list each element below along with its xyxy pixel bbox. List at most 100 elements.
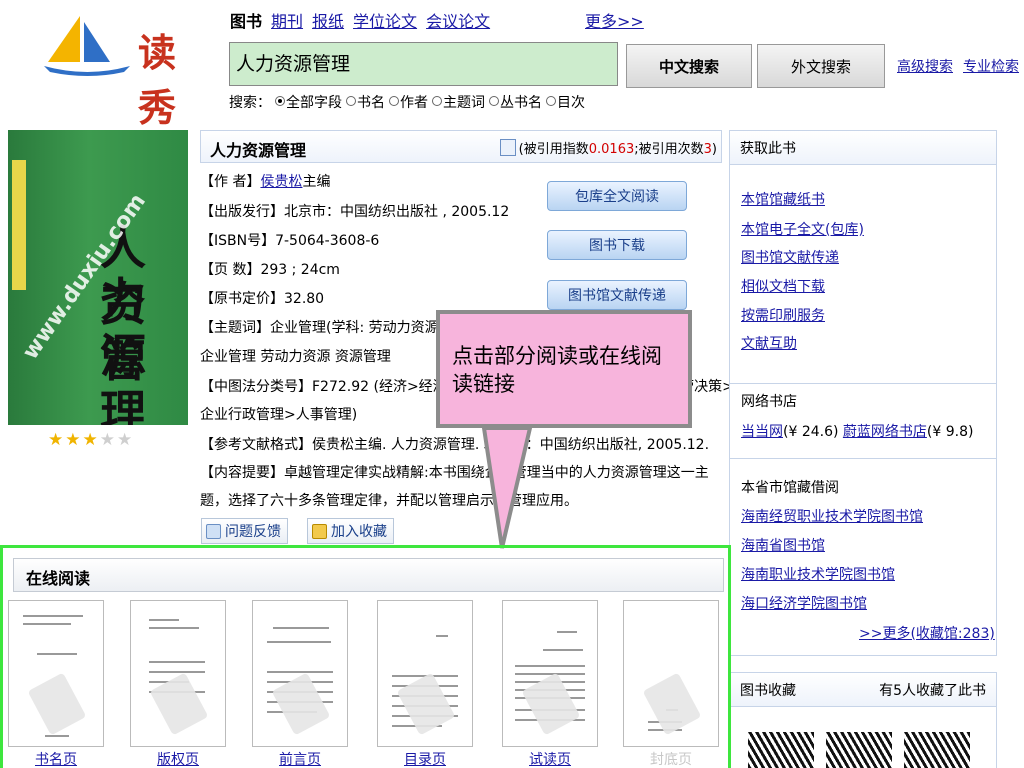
local-library-title: 本省市馆藏借阅 [741,480,839,496]
thumbnail-text-line [37,653,77,655]
scope-radio-subject[interactable] [432,96,442,106]
category-nav: 图书 期刊 报纸 学位论文 会议论文 [230,8,490,32]
scope-label-subject: 主题词 [443,95,485,111]
collector-avatar[interactable] [748,732,814,768]
bookstore-dangdang-price: (¥ 24.6) [783,424,839,440]
add-favorite-button[interactable]: 加入收藏 [307,518,394,544]
document-delivery-button[interactable]: 图书馆文献传递 [547,280,687,310]
scope-label-toc: 目次 [557,95,585,111]
cite-count: 3 [703,142,712,157]
page-thumbnail-label[interactable]: 前言页 [252,749,348,768]
scope-label-all: 全部字段 [286,95,342,111]
page-thumbnail[interactable] [502,600,598,747]
foreign-search-button[interactable]: 外文搜索 [757,44,885,88]
page-thumbnail[interactable] [130,600,226,747]
star-icon: ★ [82,430,98,450]
collection-head: 图书收藏 有5人收藏了此书 [730,673,996,707]
book-download-button[interactable]: 图书下载 [547,230,687,260]
professional-search-link[interactable]: 专业检索 [963,56,1019,76]
author-link[interactable]: 侯贵松 [260,174,302,190]
book-cover-image[interactable]: 人力 资源 管理 www.duxiu.com [8,130,188,425]
category-journal[interactable]: 期刊 [271,8,303,32]
category-book[interactable]: 图书 [230,8,262,32]
thumbnail-text-line [515,665,585,667]
citation-icon [499,139,516,156]
page-thumbnail-label[interactable]: 版权页 [130,749,226,768]
page-thumbnail-label[interactable]: 目录页 [377,749,473,768]
page-thumbnail-label[interactable]: 封底页 [623,749,719,768]
thumbnail-text-line [45,735,69,737]
instruction-callout: 点击部分阅读或在线阅读链接 [436,310,692,428]
search-scope-label: 搜索： [229,95,271,111]
bookstore-dangdang-link[interactable]: 当当网 [741,424,783,440]
thumbnail-text-line [267,641,331,643]
scope-radio-author[interactable] [389,96,399,106]
info-price: 【原书定价】32.80 [200,291,325,307]
scope-label-author: 作者 [400,95,428,111]
category-conference[interactable]: 会议论文 [426,8,490,32]
library-link-3[interactable]: 海南职业技术学院图书馆 [730,564,895,584]
info-reference-format: 【参考文献格式】侯贵松主编. 人力资源管理. 北京市：中国纺织出版社, 2005… [200,437,710,453]
scope-radio-all[interactable] [275,96,285,106]
get-link-print[interactable]: 按需印刷服务 [730,305,825,325]
page-thumbnail-label[interactable]: 试读页 [502,749,598,768]
collector-avatar[interactable] [904,732,970,768]
get-link-mutual-aid[interactable]: 文献互助 [730,333,797,353]
watermark-logo-icon [27,672,87,736]
collector-avatar[interactable] [826,732,892,768]
library-link-4[interactable]: 海口经济学院图书馆 [730,593,867,613]
cite-mid: ;被引用次数 [634,142,704,157]
get-link-library-paper[interactable]: 本馆馆藏纸书 [730,189,825,209]
bookstore-title: 网络书店 [741,394,797,410]
page-thumbnail[interactable] [623,600,719,747]
category-newspaper[interactable]: 报纸 [312,8,344,32]
advanced-links: 高级搜索 专业检索 [897,56,1019,76]
cover-title-line-3: 管理 [100,333,146,425]
favorite-icon [312,523,327,539]
library-link-2[interactable]: 海南省图书馆 [730,535,825,555]
advanced-search-link[interactable]: 高级搜索 [897,56,953,76]
bookstore-weilan-price: (¥ 9.8) [926,424,974,440]
thumbnail-text-line [149,661,205,663]
duxiu-logo[interactable]: 读秀 [40,12,190,130]
citation-info: (被引用指数0.0163;被引用次数3) [499,138,717,157]
scope-label-series: 丛书名 [500,95,542,111]
info-pages: 【页 数】293 ; 24cm [200,262,340,278]
category-thesis[interactable]: 学位论文 [353,8,417,32]
library-link-1[interactable]: 海南经贸职业技术学院图书馆 [730,506,923,526]
thumbnail-text-line [149,627,199,629]
thumbnail-text-line [23,615,83,617]
star-icon: ★ [48,430,64,450]
info-author: 【作 者】侯贵松主编 [200,171,330,191]
scope-radio-series[interactable] [489,96,499,106]
sailboat-logo-icon [44,16,130,76]
bookstore-weilan-link[interactable]: 蔚蓝网络书店 [843,424,927,440]
scope-radio-title[interactable] [346,96,356,106]
get-link-delivery[interactable]: 图书馆文献传递 [730,247,839,267]
fulltext-read-button[interactable]: 包库全文阅读 [547,181,687,211]
get-link-similar[interactable]: 相似文档下载 [730,276,825,296]
collector-avatars [748,732,970,768]
collection-title: 图书收藏 [740,683,796,699]
info-clc-cont: 企业行政管理>人事管理) [200,407,358,423]
bookstore-line: 当当网(¥ 24.6) 蔚蓝网络书店(¥ 9.8) [730,421,973,441]
author-suffix: 主编 [302,174,331,190]
chinese-search-button[interactable]: 中文搜索 [626,44,752,88]
page-thumbnail-label[interactable]: 书名页 [8,749,104,768]
info-subject-cont: 企业管理 劳动力资源 资源管理 [200,349,391,365]
thumbnail-text-line [149,619,179,621]
page-thumbnail[interactable] [8,600,104,747]
get-link-ebook[interactable]: 本馆电子全文(包库) [730,219,864,239]
feedback-button[interactable]: 问题反馈 [201,518,288,544]
info-summary: 【内容提要】卓越管理定律实战精解:本书围绕企业管理当中的人力资源管理这一主 [200,465,709,481]
online-reading-title: 在线阅读 [13,558,724,592]
library-more-link[interactable]: >>更多(收藏馆:283) [848,623,995,643]
search-input[interactable]: 人力资源管理 [229,42,618,86]
cite-suffix: ) [711,142,717,157]
more-categories-link[interactable]: 更多>> [585,8,644,32]
scope-radio-toc[interactable] [546,96,556,106]
page-thumbnail[interactable] [377,600,473,747]
local-library-panel: 本省市馆藏借阅 海南经贸职业技术学院图书馆 海南省图书馆 海南职业技术学院图书馆… [729,458,997,656]
page-thumbnail[interactable] [252,600,348,747]
logo-text: 读秀 [138,30,179,130]
